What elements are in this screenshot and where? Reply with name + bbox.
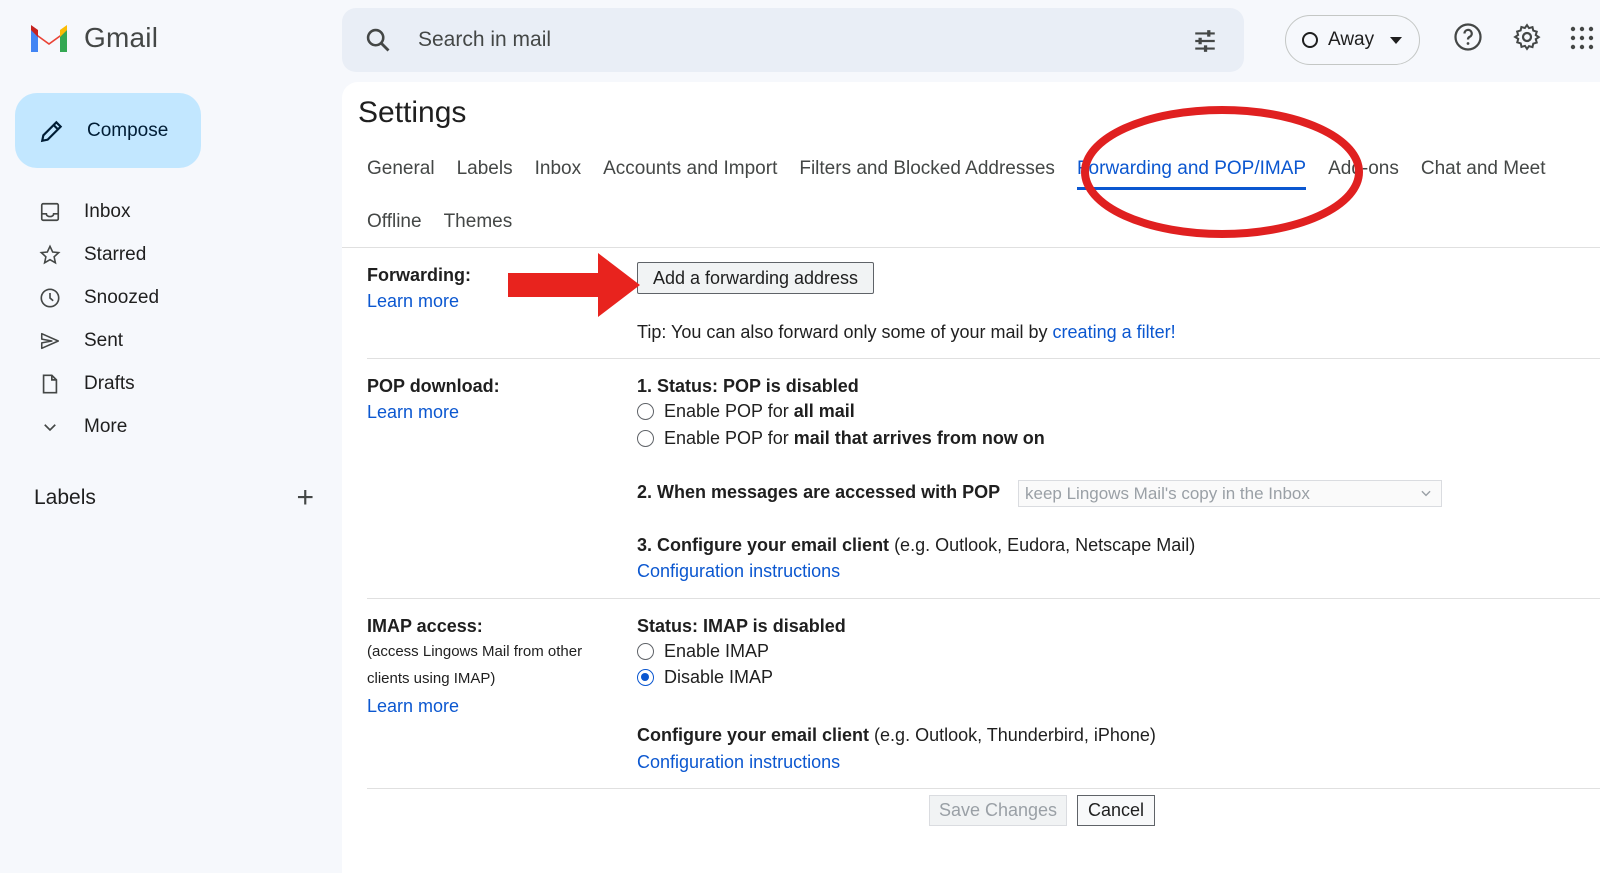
sidebar-item-label: Starred <box>84 243 147 265</box>
sidebar-item-label: More <box>84 415 128 437</box>
pop-access-label: 2. When messages are accessed with POP <box>637 482 1001 502</box>
tab-accounts-import[interactable]: Accounts and Import <box>603 158 777 180</box>
pop-all-mail-radio[interactable] <box>637 403 654 420</box>
section-divider <box>367 358 1600 359</box>
disable-imap-option[interactable]: Disable IMAP <box>637 667 773 688</box>
pop-configure-text: 3. Configure your email client (e.g. Out… <box>637 535 1196 555</box>
gmail-logo[interactable]: Gmail <box>28 22 158 54</box>
page-title: Settings <box>358 96 467 129</box>
option-label: Enable POP for all mail <box>664 401 855 421</box>
settings-tabs-row2: Offline Themes <box>367 211 534 233</box>
forwarding-tip: Tip: You can also forward only some of y… <box>637 322 1176 343</box>
sidebar-item-more[interactable]: More <box>0 405 330 448</box>
star-icon <box>38 243 62 267</box>
clock-icon <box>38 286 62 310</box>
tab-labels[interactable]: Labels <box>457 158 513 180</box>
imap-configure-text: Configure your email client (e.g. Outloo… <box>637 725 1156 745</box>
pop-access-select[interactable]: keep Lingows Mail's copy in the Inbox <box>1018 480 1442 507</box>
labels-heading: Labels <box>34 486 96 509</box>
pop-learn-more-link[interactable]: Learn more <box>367 402 459 423</box>
cancel-button[interactable]: Cancel <box>1077 795 1155 826</box>
tab-forwarding-pop-imap[interactable]: Forwarding and POP/IMAP <box>1076 158 1307 190</box>
pop-download-label: POP download: <box>367 376 500 396</box>
section-divider <box>367 788 1600 789</box>
option-label: Disable IMAP <box>664 667 774 687</box>
tip-text: Tip: You can also forward only some of y… <box>637 322 1053 342</box>
caret-down-icon <box>1390 36 1403 44</box>
chevron-down-icon <box>1421 490 1431 497</box>
status-dropdown[interactable]: Away <box>1285 15 1420 65</box>
pop-all-mail-option[interactable]: Enable POP for all mail <box>637 401 855 422</box>
search-input[interactable]: Search in mail <box>418 28 551 52</box>
option-label: Enable POP for mail that arrives from no… <box>664 428 1045 448</box>
chevron-down-icon <box>38 415 62 439</box>
tab-themes[interactable]: Themes <box>444 211 513 233</box>
sidebar-item-label: Sent <box>84 329 124 351</box>
pop-from-now-radio[interactable] <box>637 430 654 447</box>
sidebar-nav: Inbox Starred Snoozed Sent Drafts More <box>0 190 330 448</box>
tab-chat-meet[interactable]: Chat and Meet <box>1421 158 1546 180</box>
enable-imap-option[interactable]: Enable IMAP <box>637 641 769 662</box>
send-icon <box>38 329 62 353</box>
pencil-icon <box>40 120 63 142</box>
forwarding-label: Forwarding: <box>367 265 471 285</box>
enable-imap-radio[interactable] <box>637 643 654 660</box>
creating-filter-link[interactable]: creating a filter! <box>1053 322 1176 342</box>
forwarding-learn-more-link[interactable]: Learn more <box>367 291 459 312</box>
draft-icon <box>38 372 62 396</box>
sidebar-item-label: Inbox <box>84 200 131 222</box>
labels-section-header: Labels + <box>34 483 314 513</box>
app-name: Gmail <box>84 22 159 53</box>
settings-panel: Settings General Labels Inbox Accounts a… <box>342 82 1600 873</box>
imap-config-instructions-link[interactable]: Configuration instructions <box>637 752 840 773</box>
status-label: Away <box>1328 29 1375 50</box>
sidebar-item-label: Drafts <box>84 372 135 394</box>
search-icon[interactable] <box>364 26 392 54</box>
tabs-divider <box>342 247 1600 248</box>
tab-filters[interactable]: Filters and Blocked Addresses <box>799 158 1055 180</box>
pop-from-now-option[interactable]: Enable POP for mail that arrives from no… <box>637 428 1045 449</box>
sidebar-item-inbox[interactable]: Inbox <box>0 190 330 233</box>
inbox-icon <box>38 200 62 224</box>
save-changes-button[interactable]: Save Changes <box>929 795 1067 826</box>
tab-inbox[interactable]: Inbox <box>535 158 581 180</box>
disable-imap-radio[interactable] <box>637 669 654 686</box>
settings-tabs-row1: General Labels Inbox Accounts and Import… <box>367 158 1568 190</box>
search-options-icon[interactable] <box>1192 28 1218 54</box>
imap-learn-more-link[interactable]: Learn more <box>367 696 459 717</box>
tab-general[interactable]: General <box>367 158 435 180</box>
settings-gear-icon[interactable] <box>1512 22 1542 52</box>
add-forwarding-address-button[interactable]: Add a forwarding address <box>637 262 874 294</box>
tab-addons[interactable]: Add-ons <box>1328 158 1399 180</box>
sidebar-item-snoozed[interactable]: Snoozed <box>0 276 330 319</box>
sidebar-item-sent[interactable]: Sent <box>0 319 330 362</box>
search-bar[interactable]: Search in mail <box>342 8 1244 72</box>
compose-label: Compose <box>87 119 169 141</box>
sidebar-item-drafts[interactable]: Drafts <box>0 362 330 405</box>
compose-button[interactable]: Compose <box>15 93 201 168</box>
tab-offline[interactable]: Offline <box>367 211 422 233</box>
apps-grid-icon[interactable] <box>1570 26 1594 50</box>
pop-status: 1. Status: POP is disabled <box>637 376 859 396</box>
option-label: Enable IMAP <box>664 641 770 661</box>
select-value: keep Lingows Mail's copy in the Inbox <box>1025 483 1310 503</box>
help-icon[interactable] <box>1453 22 1483 52</box>
imap-description: (access Lingows Mail from other clients u… <box>367 643 583 687</box>
section-divider <box>367 598 1600 599</box>
sidebar-item-label: Snoozed <box>84 286 160 308</box>
sidebar-item-starred[interactable]: Starred <box>0 233 330 276</box>
pop-config-instructions-link[interactable]: Configuration instructions <box>637 561 840 582</box>
add-label-icon[interactable]: + <box>296 483 314 513</box>
imap-status: Status: IMAP is disabled <box>637 616 846 636</box>
imap-access-label: IMAP access: <box>367 616 483 636</box>
status-ring-icon <box>1302 32 1318 48</box>
gmail-m-icon <box>31 25 67 52</box>
